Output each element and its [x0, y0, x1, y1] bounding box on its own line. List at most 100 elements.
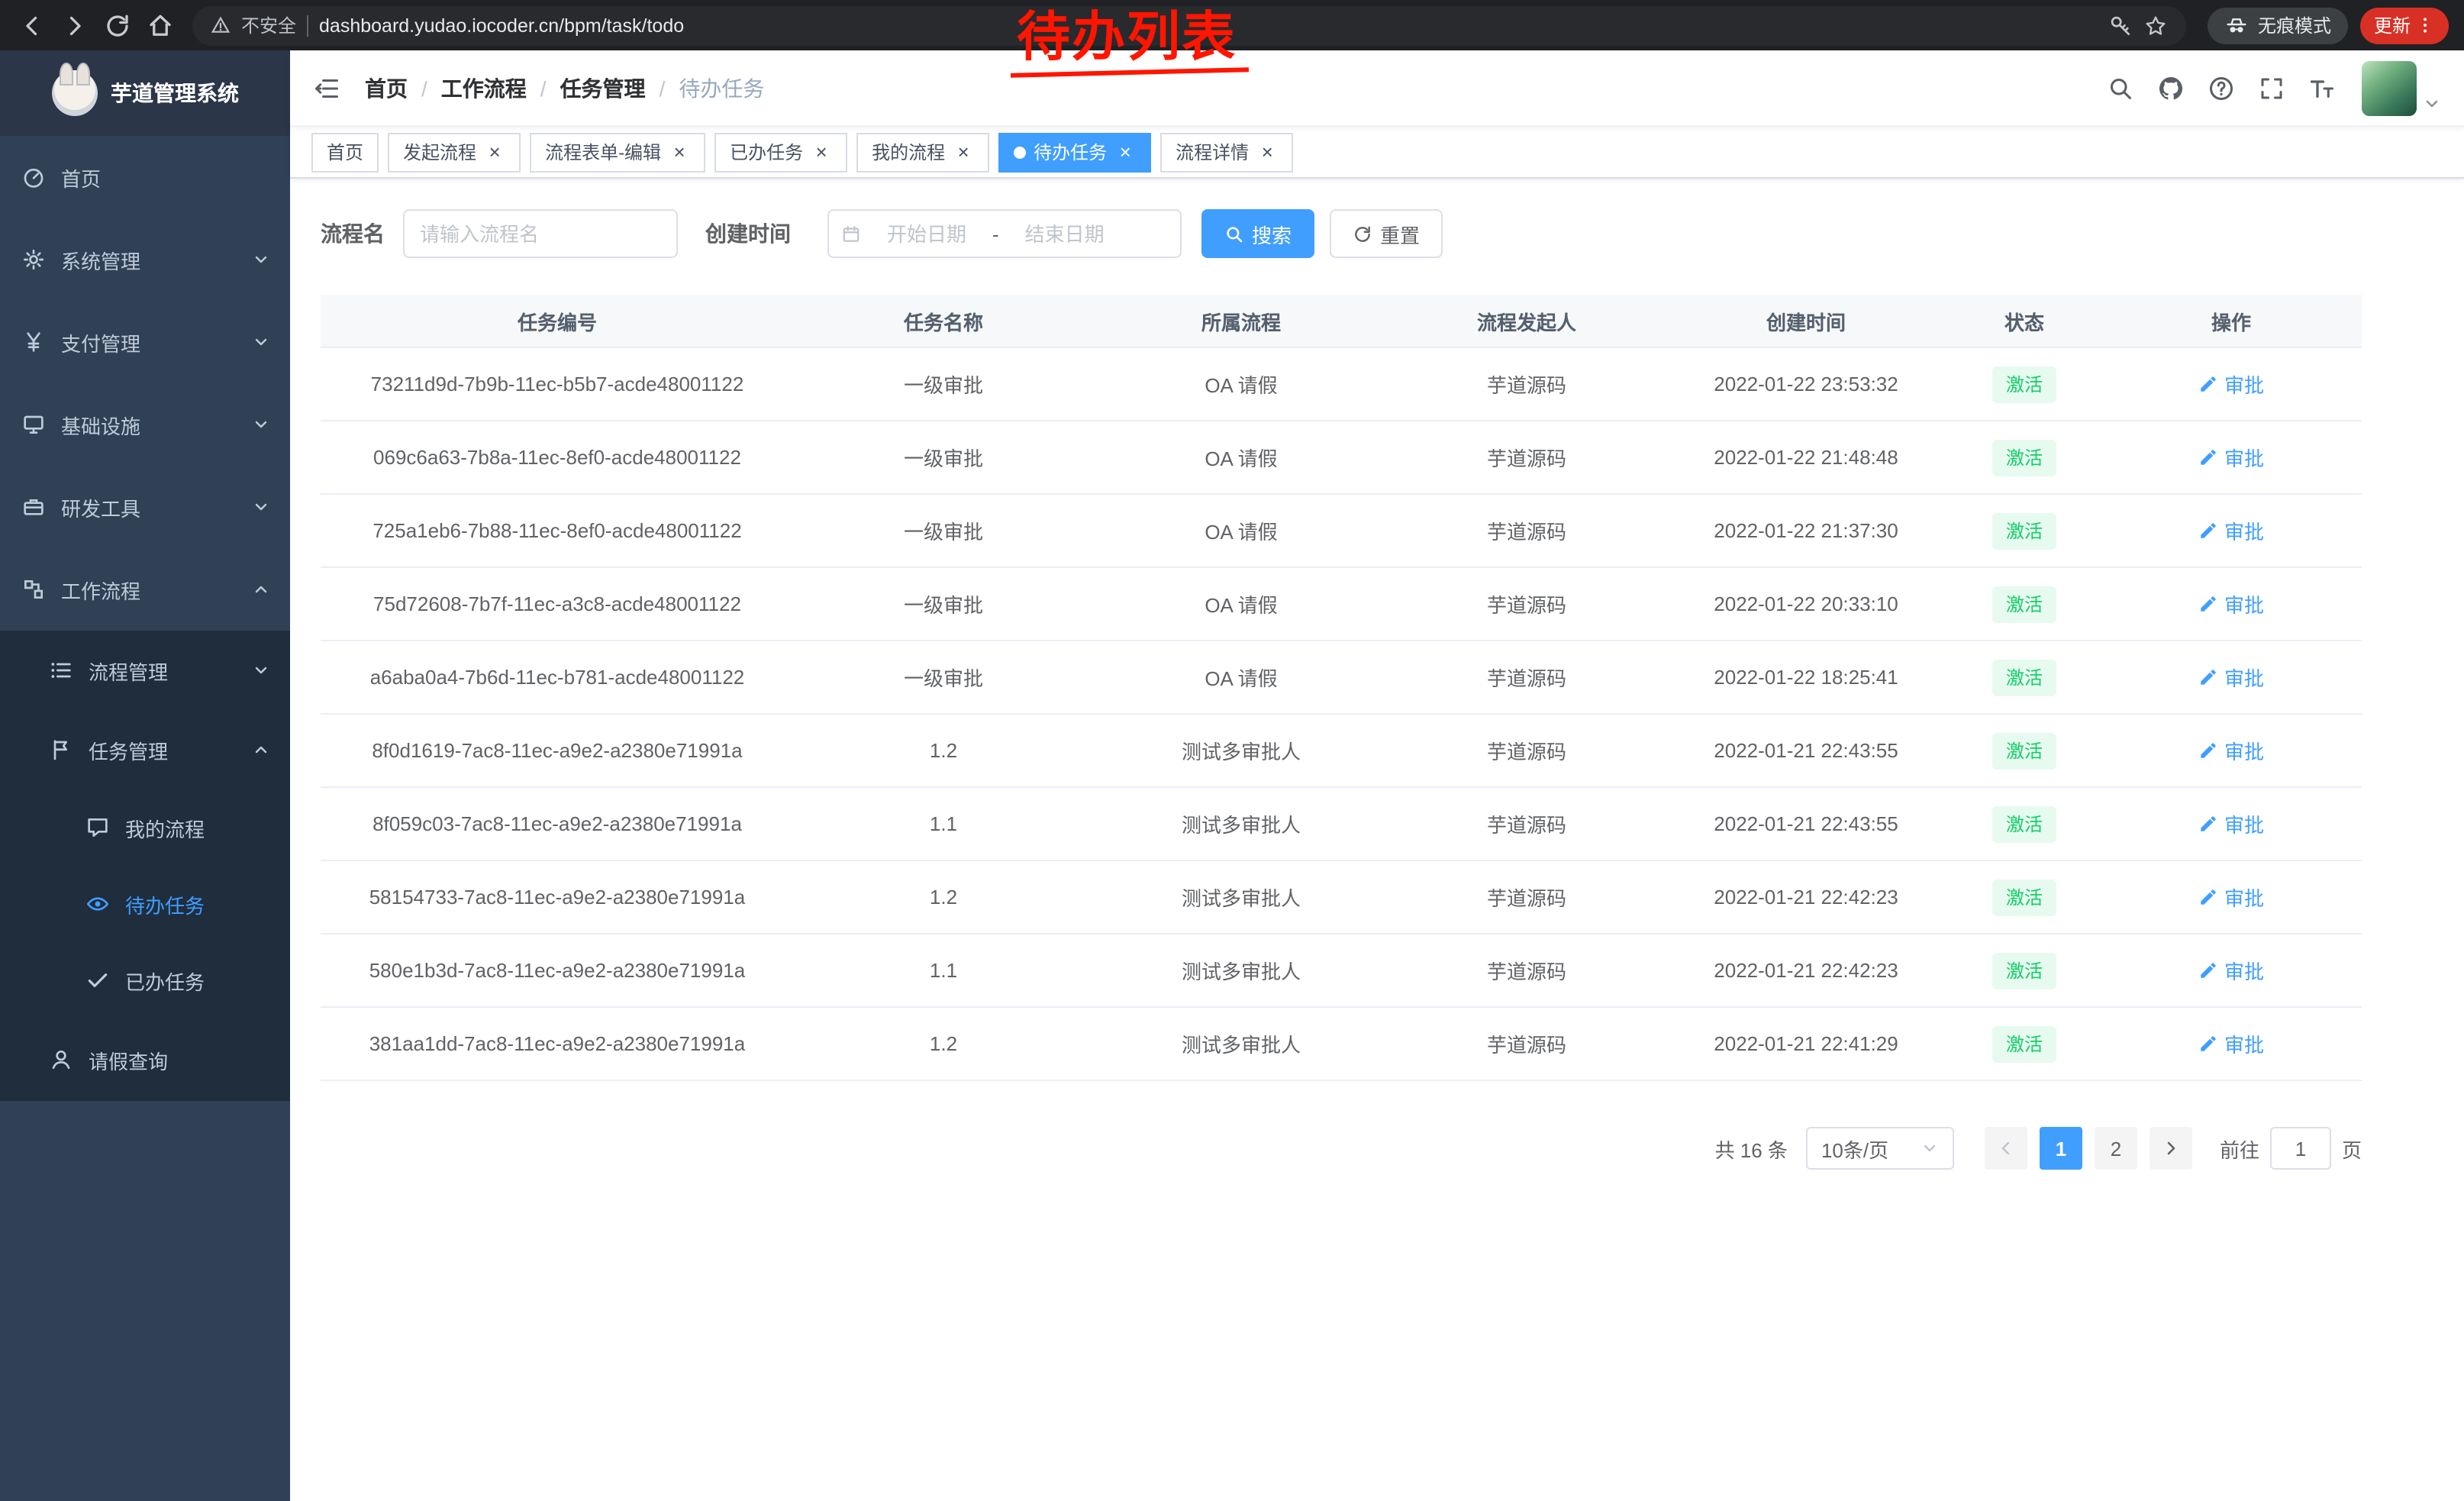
- approve-link[interactable]: 审批: [2198, 1029, 2264, 1058]
- close-icon[interactable]: ×: [811, 141, 832, 163]
- page-button-2[interactable]: 2: [2095, 1127, 2137, 1170]
- browser-chrome: 不安全 dashboard.yudao.iocoder.cn/bpm/task/…: [0, 0, 2464, 50]
- tab-home[interactable]: 首页: [311, 132, 379, 172]
- main-area: 首页 / 工作流程 / 任务管理 / 待办任务: [290, 50, 2464, 1501]
- approve-link[interactable]: 审批: [2198, 883, 2264, 912]
- edit-pencil-icon: [2198, 667, 2218, 687]
- cell-status: 激活: [1948, 805, 2101, 842]
- close-icon[interactable]: ×: [669, 141, 690, 163]
- cell-task-id: 381aa1dd-7ac8-11ec-a9e2-a2380e71991a: [321, 1032, 794, 1055]
- approve-link[interactable]: 审批: [2198, 809, 2264, 838]
- sidebar-item-todo-tasks[interactable]: 待办任务: [0, 866, 290, 942]
- sidebar-item-payment[interactable]: 支付管理: [0, 301, 290, 383]
- chevron-down-icon: [252, 498, 270, 516]
- sidebar-item-workflow[interactable]: 工作流程: [0, 548, 290, 631]
- prev-page-button[interactable]: [1985, 1127, 2027, 1170]
- browser-home-button[interactable]: [140, 5, 180, 45]
- sidebar-item-leave-query[interactable]: 请假查询: [0, 1018, 290, 1101]
- cell-task-name: 1.1: [794, 812, 1093, 835]
- sidebar-item-home[interactable]: 首页: [0, 136, 290, 218]
- process-name-input[interactable]: [420, 222, 661, 245]
- sidebar-collapse-button[interactable]: [313, 74, 340, 102]
- help-icon[interactable]: [2208, 74, 2235, 102]
- sidebar-item-devtools[interactable]: 研发工具: [0, 466, 290, 548]
- tab-my-process[interactable]: 我的流程 ×: [856, 132, 989, 172]
- cell-process: OA 请假: [1093, 589, 1389, 618]
- cell-action: 审批: [2101, 809, 2362, 838]
- close-icon[interactable]: ×: [1256, 141, 1278, 163]
- kebab-menu-icon[interactable]: [2415, 15, 2435, 35]
- cell-starter: 芋道源码: [1389, 443, 1664, 472]
- tab-process-detail[interactable]: 流程详情 ×: [1160, 132, 1293, 172]
- approve-link[interactable]: 审批: [2198, 736, 2264, 765]
- total-count: 共 16 条: [1715, 1134, 1788, 1163]
- search-button[interactable]: 搜索: [1201, 209, 1314, 258]
- filter-form: 流程名 创建时间 - 搜索: [321, 209, 2464, 258]
- breadcrumb-task-management[interactable]: 任务管理: [560, 73, 646, 103]
- sidebar-item-process-management[interactable]: 流程管理: [0, 631, 290, 710]
- tab-todo-tasks[interactable]: 待办任务 ×: [998, 132, 1151, 172]
- cell-status: 激活: [1948, 879, 2101, 915]
- goto-page-input[interactable]: [2270, 1127, 2331, 1170]
- caret-down-icon: [2423, 94, 2441, 115]
- sidebar-item-system[interactable]: 系统管理: [0, 218, 290, 301]
- edit-pencil-icon: [2198, 741, 2218, 760]
- reload-icon: [104, 11, 131, 39]
- approve-link[interactable]: 审批: [2198, 956, 2264, 985]
- close-icon[interactable]: ×: [484, 141, 505, 163]
- tab-start-process[interactable]: 发起流程 ×: [388, 132, 521, 172]
- sidebar-item-task-management[interactable]: 任务管理: [0, 710, 290, 789]
- address-bar[interactable]: 不安全 dashboard.yudao.iocoder.cn/bpm/task/…: [192, 5, 2186, 45]
- end-date-input[interactable]: [1005, 222, 1124, 245]
- browser-update-button[interactable]: 更新: [2360, 7, 2449, 44]
- close-icon[interactable]: ×: [1114, 141, 1136, 163]
- close-icon[interactable]: ×: [953, 141, 974, 163]
- breadcrumb-workflow[interactable]: 工作流程: [441, 73, 527, 103]
- browser-reload-button[interactable]: [98, 5, 137, 45]
- approve-link[interactable]: 审批: [2198, 516, 2264, 545]
- bookmark-star-icon[interactable]: [2143, 13, 2168, 37]
- sidebar-item-infrastructure[interactable]: 基础设施: [0, 383, 290, 466]
- avatar: [2362, 60, 2417, 115]
- next-page-button[interactable]: [2150, 1127, 2192, 1170]
- cell-task-id: a6aba0a4-7b6d-11ec-b781-acde48001122: [321, 666, 794, 689]
- cell-process: 测试多审批人: [1093, 809, 1389, 838]
- app-logo: [51, 70, 97, 116]
- approve-link[interactable]: 审批: [2198, 370, 2264, 399]
- password-key-icon[interactable]: [2108, 13, 2133, 37]
- github-icon[interactable]: [2157, 74, 2185, 102]
- approve-link[interactable]: 审批: [2198, 663, 2264, 692]
- calendar-icon: [841, 224, 861, 244]
- hamburger-fold-icon: [313, 74, 340, 102]
- fullscreen-icon[interactable]: [2258, 74, 2285, 102]
- process-name-label: 流程名: [321, 218, 385, 249]
- cell-action: 审批: [2101, 663, 2362, 692]
- status-badge: 激活: [1992, 439, 2056, 476]
- app-logo-row[interactable]: 芋道管理系统: [0, 50, 290, 136]
- page-button-1[interactable]: 1: [2040, 1127, 2082, 1170]
- back-arrow-icon: [18, 11, 46, 39]
- cell-task-id: 75d72608-7b7f-11ec-a3c8-acde48001122: [321, 592, 794, 615]
- goto-unit: 页: [2342, 1134, 2362, 1163]
- date-range-picker[interactable]: -: [827, 209, 1182, 258]
- cell-status: 激活: [1948, 439, 2101, 476]
- sidebar-item-done-tasks[interactable]: 已办任务: [0, 942, 290, 1018]
- page-size-select[interactable]: 10条/页: [1806, 1127, 1954, 1170]
- tab-done-tasks[interactable]: 已办任务 ×: [714, 132, 847, 172]
- cell-created: 2022-01-22 23:53:32: [1664, 373, 1948, 395]
- font-size-icon[interactable]: [2308, 74, 2336, 102]
- reset-button[interactable]: 重置: [1330, 209, 1443, 258]
- user-avatar-menu[interactable]: [2362, 60, 2441, 115]
- browser-back-button[interactable]: [12, 5, 52, 45]
- browser-forward-button[interactable]: [55, 5, 95, 45]
- approve-link[interactable]: 审批: [2198, 589, 2264, 618]
- cell-task-id: 069c6a63-7b8a-11ec-8ef0-acde48001122: [321, 446, 794, 469]
- sidebar-item-my-process[interactable]: 我的流程: [0, 789, 290, 866]
- status-badge: 激活: [1992, 732, 2056, 769]
- search-icon[interactable]: [2107, 74, 2134, 102]
- approve-link[interactable]: 审批: [2198, 443, 2264, 472]
- start-date-input[interactable]: [867, 222, 986, 245]
- cell-created: 2022-01-21 22:43:55: [1664, 812, 1948, 835]
- tab-form-edit[interactable]: 流程表单-编辑 ×: [530, 132, 705, 172]
- breadcrumb-home[interactable]: 首页: [365, 73, 408, 103]
